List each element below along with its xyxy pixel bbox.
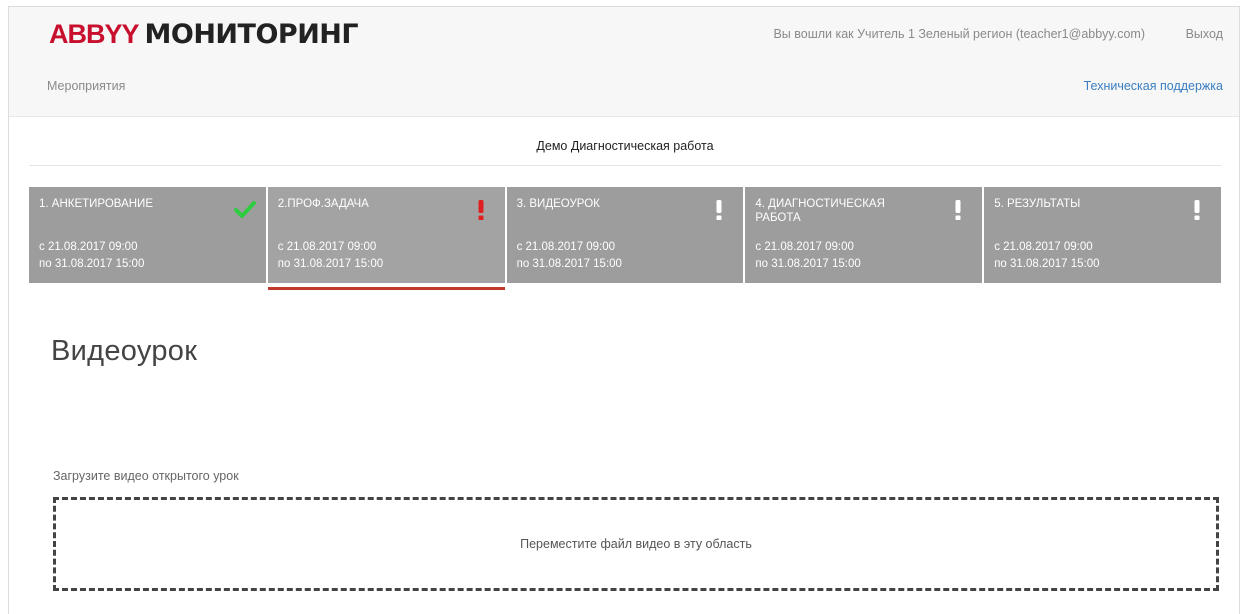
step-video-lesson[interactable]: 3. ВИДЕОУРОК с 21.08.2017 09:00 по 31.08… <box>506 187 746 283</box>
nav-events-link[interactable]: Мероприятия <box>47 79 125 93</box>
step-title: 2.ПРОФ.ЗАДАЧА <box>277 198 369 210</box>
app-frame: ABBYY МОНИТОРИНГ Вы вошли как Учитель 1 З… <box>8 6 1240 614</box>
step-title: 3. ВИДЕОУРОК <box>516 198 600 210</box>
exclamation-icon <box>711 199 727 221</box>
logout-link[interactable]: Выход <box>1186 27 1223 41</box>
abbyy-monitoring-logo[interactable]: ABBYY МОНИТОРИНГ <box>49 19 359 50</box>
stage-stepper: 1. АНКЕТИРОВАНИЕ с 21.08.2017 09:00 по 3… <box>29 187 1221 290</box>
step-professional-task[interactable]: 2.ПРОФ.ЗАДАЧА с 21.08.2017 09:00 по 31.0… <box>267 187 507 290</box>
step-diagnostic-work[interactable]: 4. ДИАГНОСТИЧЕСКАЯ РАБОТА с 21.08.2017 0… <box>745 187 985 283</box>
step-date-from: с 21.08.2017 09:00 <box>994 241 1093 253</box>
step-title: 1. АНКЕТИРОВАНИЕ <box>39 198 153 210</box>
step-date-to: по 31.08.2017 15:00 <box>994 258 1100 270</box>
check-icon <box>233 201 256 219</box>
step-results[interactable]: 5. РЕЗУЛЬТАТЫ с 21.08.2017 09:00 по 31.0… <box>984 187 1221 283</box>
step-date-to: по 31.08.2017 15:00 <box>277 258 384 270</box>
step-date-from: с 21.08.2017 09:00 <box>39 241 138 253</box>
page-title: Видеоурок <box>51 335 198 367</box>
video-dropzone[interactable]: Переместите файл видео в эту область <box>53 497 1219 591</box>
step-dates: с 21.08.2017 09:00 по 31.08.2017 15:00 <box>39 239 144 273</box>
dropzone-hint: Переместите файл видео в эту область <box>520 537 752 551</box>
event-title: Демо Диагностическая работа <box>536 139 714 153</box>
step-date-from: с 21.08.2017 09:00 <box>516 241 616 253</box>
step-dates: с 21.08.2017 09:00 по 31.08.2017 15:00 <box>994 239 1099 273</box>
step-date-to: по 31.08.2017 15:00 <box>755 258 861 270</box>
step-title: 5. РЕЗУЛЬТАТЫ <box>994 198 1081 210</box>
step-date-to: по 31.08.2017 15:00 <box>39 258 145 270</box>
divider <box>29 165 1221 166</box>
step-dates: с 21.08.2017 09:00 по 31.08.2017 15:00 <box>278 239 383 273</box>
logo-brand: ABBYY <box>49 19 140 49</box>
top-header: ABBYY МОНИТОРИНГ Вы вошли как Учитель 1 З… <box>9 7 1239 117</box>
logo-product: МОНИТОРИНГ <box>144 19 359 50</box>
upload-label: Загрузите видео открытого урок <box>53 469 239 483</box>
step-dates: с 21.08.2017 09:00 по 31.08.2017 15:00 <box>755 239 860 273</box>
step-date-to: по 31.08.2017 15:00 <box>516 258 622 270</box>
logged-in-user-info: Вы вошли как Учитель 1 Зеленый регион (t… <box>773 27 1145 41</box>
step-title: 4. ДИАГНОСТИЧЕСКАЯ РАБОТА <box>755 198 885 224</box>
exclamation-icon <box>473 199 489 221</box>
exclamation-icon <box>1189 199 1205 221</box>
step-date-from: с 21.08.2017 09:00 <box>755 241 854 253</box>
step-dates: с 21.08.2017 09:00 по 31.08.2017 15:00 <box>517 239 622 273</box>
step-date-from: с 21.08.2017 09:00 <box>277 241 377 253</box>
exclamation-icon <box>950 199 966 221</box>
tech-support-link[interactable]: Техническая поддержка <box>1084 79 1223 93</box>
step-questionnaire[interactable]: 1. АНКЕТИРОВАНИЕ с 21.08.2017 09:00 по 3… <box>29 187 268 283</box>
